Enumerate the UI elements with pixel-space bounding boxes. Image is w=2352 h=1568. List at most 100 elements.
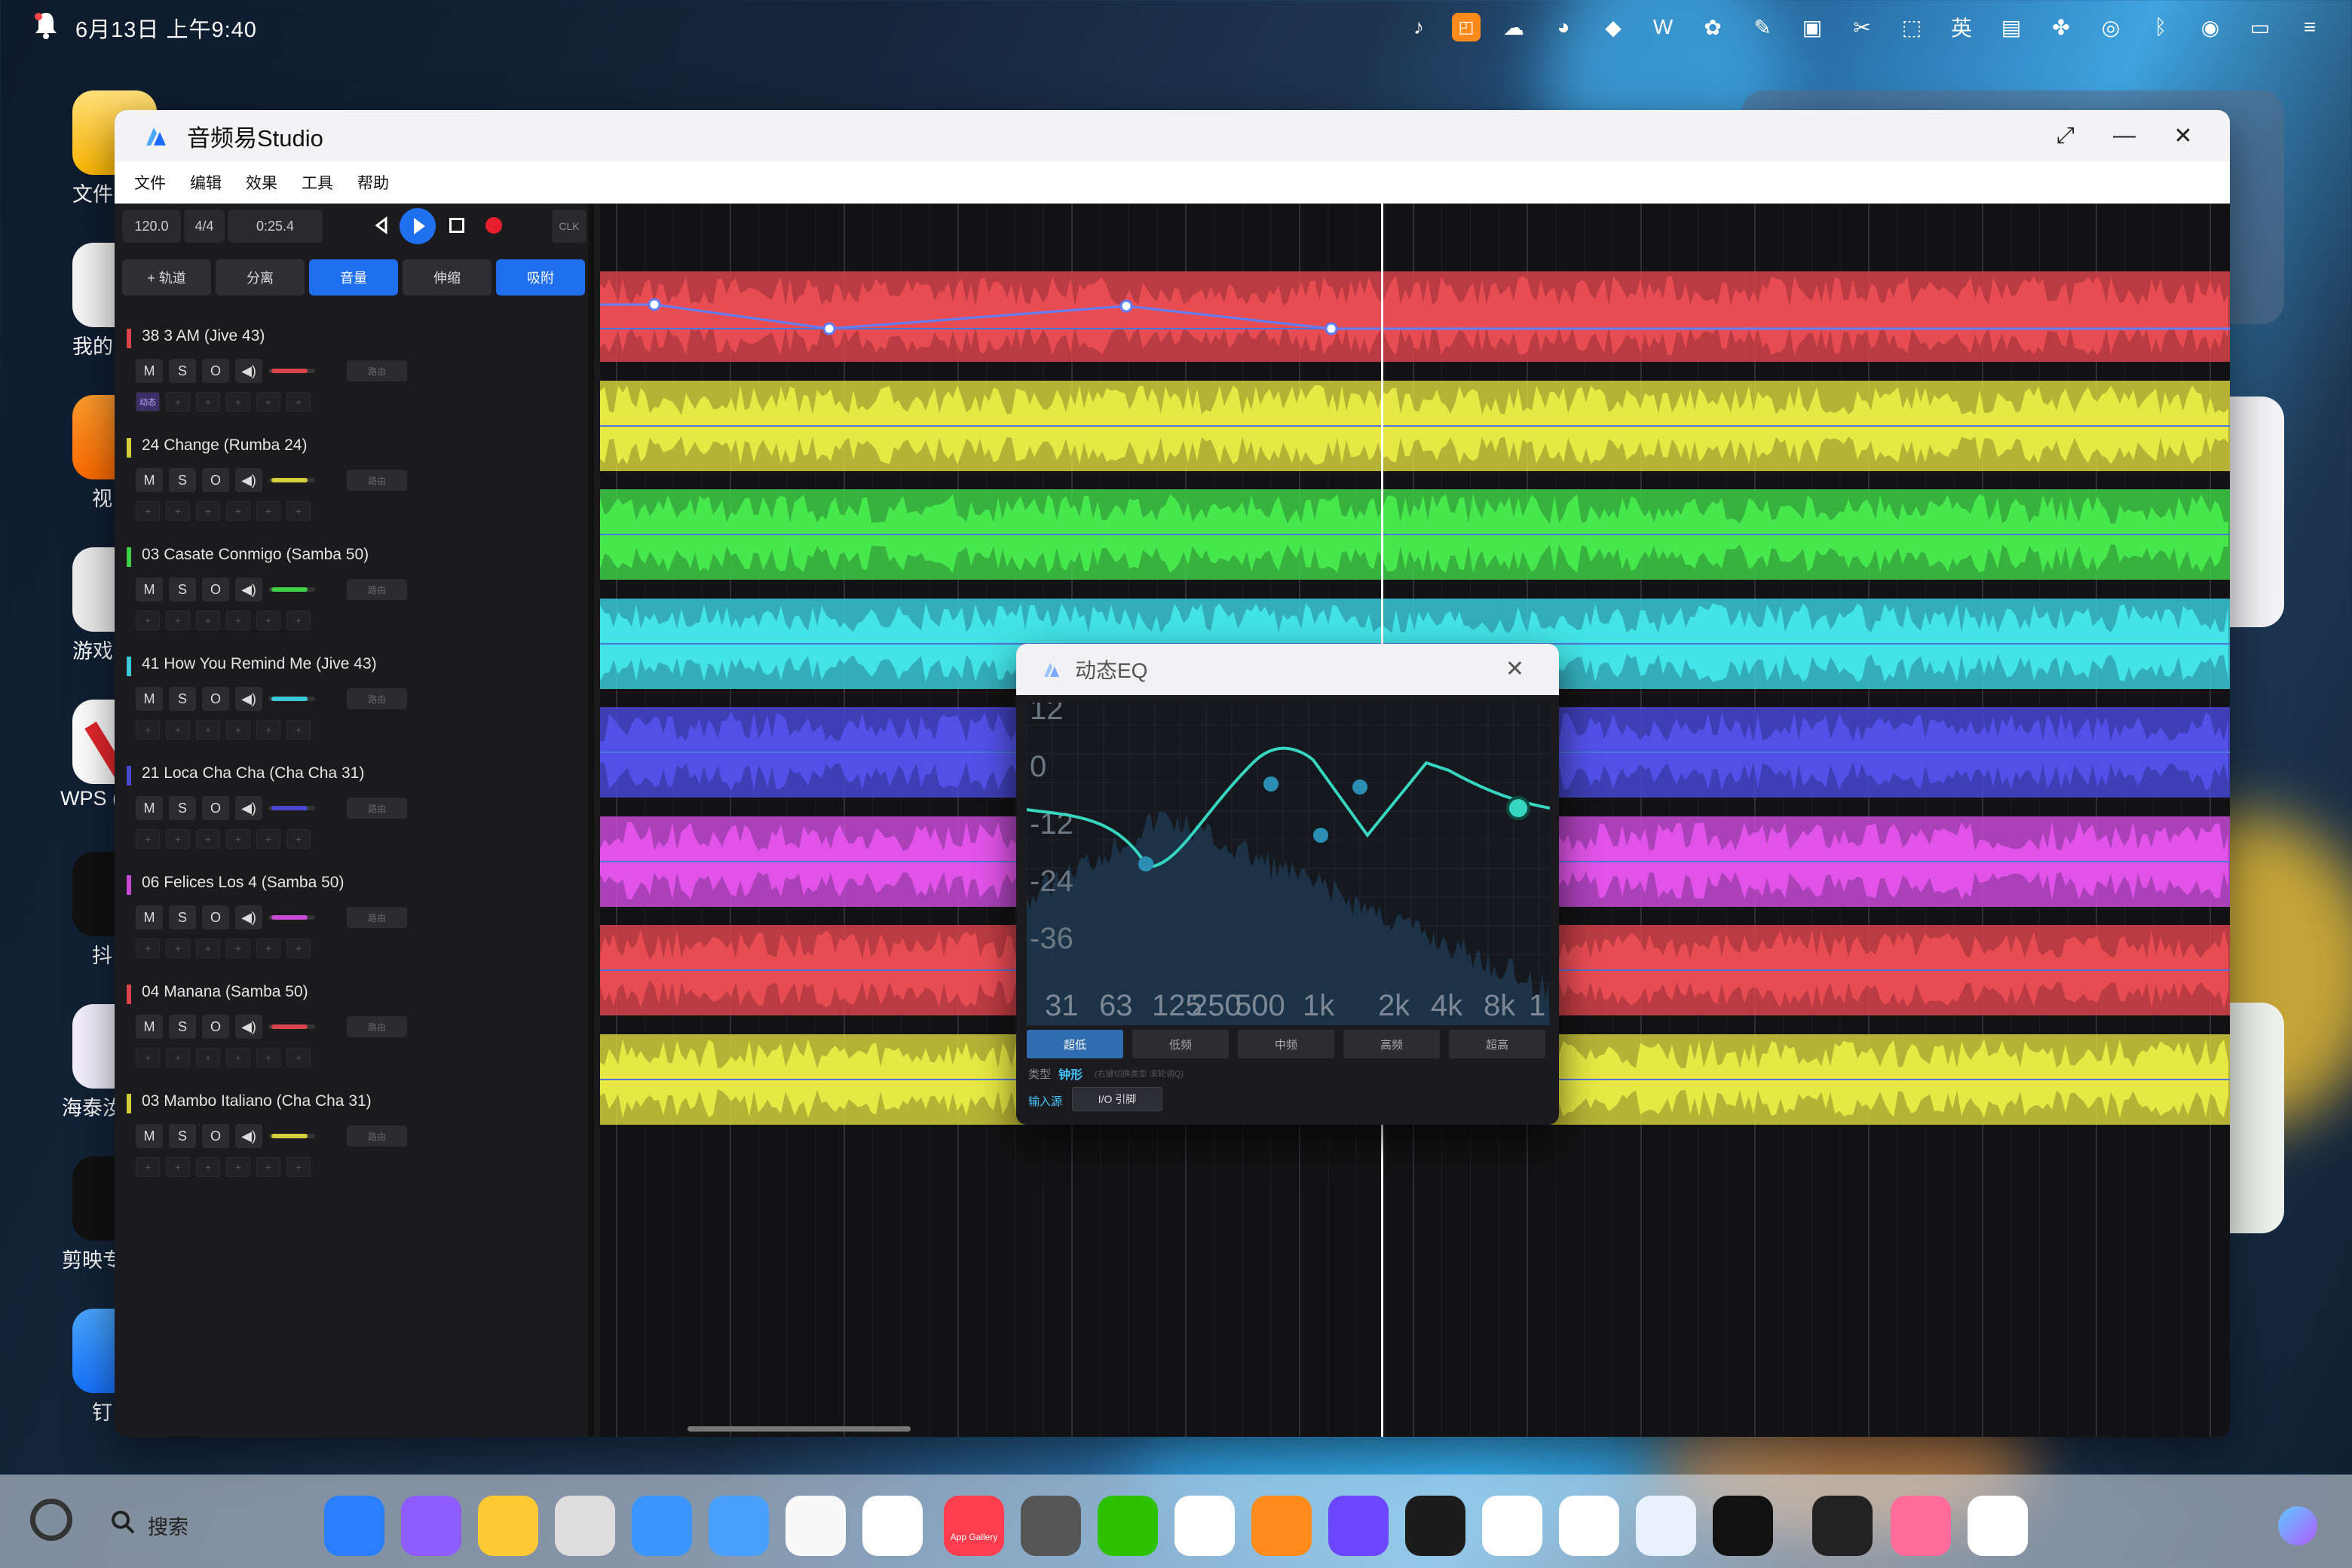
globe-icon[interactable]: ◕: [1547, 12, 1580, 42]
speaker-icon[interactable]: ◀): [235, 1015, 262, 1039]
dock-trash-icon[interactable]: [555, 1496, 615, 1556]
wechat-icon[interactable]: ☁: [1497, 12, 1530, 42]
fx-slot-empty[interactable]: +: [166, 1048, 190, 1067]
fx-slot-empty[interactable]: +: [136, 720, 160, 740]
add-track-button[interactable]: + 轨道: [122, 259, 211, 296]
band-tab-low[interactable]: 低频: [1132, 1030, 1229, 1058]
dock-swift-icon[interactable]: [1713, 1496, 1773, 1556]
band-tab-ultra[interactable]: 超高: [1449, 1030, 1545, 1058]
route-button[interactable]: 路由: [347, 1125, 407, 1147]
cat-icon[interactable]: ◆: [1597, 12, 1630, 42]
track-name[interactable]: 03 Casate Conmigo (Samba 50): [142, 546, 369, 564]
band-tab-high[interactable]: 高频: [1343, 1030, 1440, 1058]
volume-tool-button[interactable]: 音量: [309, 259, 398, 296]
search-label[interactable]: 搜索: [148, 1511, 188, 1540]
volume-slider[interactable]: [268, 1134, 315, 1138]
minimize-button[interactable]: —: [2108, 119, 2141, 152]
fx-slot-empty[interactable]: +: [286, 1048, 311, 1067]
record-arm-button[interactable]: O: [202, 687, 229, 711]
dock-pdf-icon[interactable]: [1328, 1496, 1389, 1556]
fx-slot-empty[interactable]: +: [286, 829, 311, 849]
route-button[interactable]: 路由: [347, 798, 407, 819]
volume-slider[interactable]: [268, 806, 315, 810]
track-header[interactable]: 24 Change (Rumba 24) M S O ◀) 路由 + + + + + +: [127, 430, 571, 536]
menu-file[interactable]: 文件: [134, 171, 166, 194]
track-name[interactable]: 41 How You Remind Me (Jive 43): [142, 655, 377, 673]
dock-qq-icon[interactable]: [1174, 1496, 1235, 1556]
launcher-icon[interactable]: [30, 1499, 72, 1541]
eq-curve-canvas[interactable]: 120-12-24-3631 63 125250500 1k 2k 4k 8k 1: [1026, 693, 1551, 1025]
fx-slot-empty[interactable]: +: [226, 611, 250, 630]
fx-slot-empty[interactable]: +: [226, 501, 250, 521]
route-button[interactable]: 路由: [347, 360, 407, 381]
fx-slot-empty[interactable]: +: [256, 1048, 280, 1067]
solo-button[interactable]: S: [169, 468, 196, 492]
track-header[interactable]: 41 How You Remind Me (Jive 43) M S O ◀) …: [127, 649, 571, 755]
search-icon[interactable]: [110, 1509, 136, 1535]
fx-slot-empty[interactable]: +: [256, 939, 280, 958]
fx-slot-empty[interactable]: +: [136, 1048, 160, 1067]
fx-slot-empty[interactable]: +: [226, 1157, 250, 1177]
fx-slot-empty[interactable]: +: [196, 611, 220, 630]
solo-button[interactable]: S: [169, 687, 196, 711]
speaker-icon[interactable]: ◀): [235, 905, 262, 929]
menu-help[interactable]: 帮助: [357, 171, 389, 194]
fx-slot-empty[interactable]: +: [286, 939, 311, 958]
fx-slot-empty[interactable]: +: [196, 939, 220, 958]
solo-button[interactable]: S: [169, 577, 196, 602]
route-button[interactable]: 路由: [347, 579, 407, 600]
horizontal-scrollbar[interactable]: [688, 1426, 911, 1432]
screenshot-icon[interactable]: ⬚: [1895, 12, 1928, 42]
dock-appgallery-icon[interactable]: App Gallery: [944, 1496, 1004, 1556]
speaker-icon[interactable]: ◀): [235, 577, 262, 602]
record-arm-button[interactable]: O: [202, 468, 229, 492]
dock-multiwindow-icon[interactable]: [401, 1496, 461, 1556]
meter-field[interactable]: 4/4: [184, 210, 225, 243]
eq-band-node[interactable]: [1138, 856, 1153, 871]
fx-slot-empty[interactable]: +: [136, 829, 160, 849]
solo-button[interactable]: S: [169, 1124, 196, 1148]
camera-icon[interactable]: ▣: [1796, 12, 1829, 42]
dock-bilibili-icon[interactable]: [1891, 1496, 1951, 1556]
track-header[interactable]: 21 Loca Cha Cha (Cha Cha 31) M S O ◀) 路由…: [127, 758, 571, 864]
speaker-icon[interactable]: ◀): [235, 687, 262, 711]
track-header[interactable]: 06 Felices Los 4 (Samba 50) M S O ◀) 路由 …: [127, 868, 571, 973]
dock-settings-icon[interactable]: [1021, 1496, 1081, 1556]
close-button[interactable]: ✕: [2167, 119, 2200, 152]
route-button[interactable]: 路由: [347, 907, 407, 928]
track-name[interactable]: 06 Felices Los 4 (Samba 50): [142, 874, 344, 892]
record-button[interactable]: [485, 217, 502, 234]
fx-slot-empty[interactable]: +: [196, 1157, 220, 1177]
mute-button[interactable]: M: [136, 577, 163, 602]
mute-button[interactable]: M: [136, 468, 163, 492]
dock-layers-icon[interactable]: [1812, 1496, 1873, 1556]
record-arm-button[interactable]: O: [202, 359, 229, 383]
speaker-icon[interactable]: ◀): [235, 468, 262, 492]
note-icon[interactable]: ✎: [1746, 12, 1779, 42]
eq-band-node[interactable]: [1263, 776, 1279, 792]
fx-slot-empty[interactable]: +: [166, 1157, 190, 1177]
fx-slot-empty[interactable]: +: [256, 501, 280, 521]
speaker-icon[interactable]: ◀): [235, 359, 262, 383]
fx-slot-empty[interactable]: +: [256, 829, 280, 849]
type-value[interactable]: 钟形: [1058, 1064, 1083, 1083]
route-button[interactable]: 路由: [347, 1016, 407, 1037]
volume-slider[interactable]: [268, 369, 315, 373]
track-name[interactable]: 04 Manana (Samba 50): [142, 983, 308, 1001]
solo-button[interactable]: S: [169, 359, 196, 383]
assistant-orb-icon[interactable]: [2278, 1506, 2317, 1545]
assistant-icon[interactable]: ✿: [1696, 12, 1729, 42]
fx-slot-empty[interactable]: +: [196, 720, 220, 740]
fx-slot-empty[interactable]: +: [196, 829, 220, 849]
route-button[interactable]: 路由: [347, 470, 407, 491]
share-icon[interactable]: ✤: [2044, 12, 2078, 42]
input-source-select[interactable]: I/O 引脚: [1072, 1087, 1162, 1111]
snap-button[interactable]: 吸附: [496, 259, 585, 296]
fx-slot-empty[interactable]: +: [196, 501, 220, 521]
fx-slot-empty[interactable]: +: [196, 1048, 220, 1067]
stretch-button[interactable]: 伸缩: [403, 259, 492, 296]
control-center-icon[interactable]: ≡: [2293, 12, 2326, 42]
dock-cat-icon[interactable]: [1636, 1496, 1696, 1556]
track-header[interactable]: 04 Manana (Samba 50) M S O ◀) 路由 + + + + + +: [127, 977, 571, 1083]
fullscreen-icon[interactable]: ⤢: [2049, 119, 2082, 152]
